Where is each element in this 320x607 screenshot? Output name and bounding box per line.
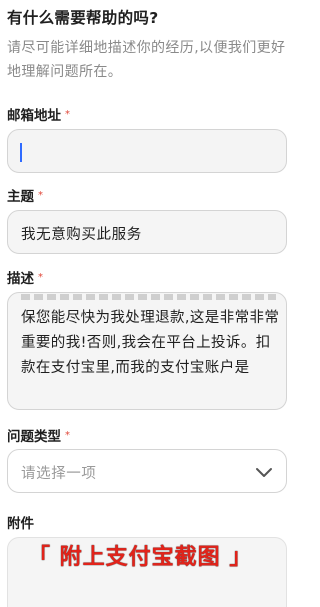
issue-type-label-text: 问题类型 <box>7 429 61 445</box>
description-value: 保您能尽快为我处理退款,这是非常非常重要的我!否则,我会在平台上投诉。扣款在支付… <box>21 310 280 376</box>
chevron-down-icon <box>256 468 272 477</box>
description-textarea[interactable]: 保您能尽快为我处理退款,这是非常非常重要的我!否则,我会在平台上投诉。扣款在支付… <box>7 292 287 410</box>
help-intro: 请尽可能详细地描述你的经历,以便我们更好地理解问题所在。 <box>7 40 286 80</box>
issue-type-select[interactable]: 请选择一项 <box>7 449 287 493</box>
subject-label: 主题 * <box>7 185 43 205</box>
description-label: 描述 * <box>7 267 43 287</box>
email-label-text: 邮箱地址 <box>7 108 61 124</box>
description-label-text: 描述 <box>7 271 34 287</box>
email-label: 邮箱地址 * <box>7 104 70 124</box>
help-title: 有什么需要帮助的吗? <box>7 9 159 27</box>
issue-type-label: 问题类型 * <box>7 425 70 445</box>
required-mark: * <box>38 272 43 283</box>
required-mark: * <box>38 190 43 201</box>
issue-type-placeholder: 请选择一项 <box>21 466 97 482</box>
scrolled-text-fragment <box>21 294 276 300</box>
subject-field[interactable]: 我无意购买此服务 <box>7 210 287 254</box>
attachment-label-text: 附件 <box>7 516 34 532</box>
required-mark: * <box>65 109 70 120</box>
subject-value: 我无意购买此服务 <box>21 227 142 243</box>
required-mark: * <box>65 430 70 441</box>
text-caret <box>20 143 22 162</box>
attachment-banner: 「 附上支付宝截图 」 <box>28 545 253 570</box>
attachment-label: 附件 <box>7 512 34 532</box>
email-field[interactable] <box>7 129 287 173</box>
subject-label-text: 主题 <box>7 189 34 205</box>
